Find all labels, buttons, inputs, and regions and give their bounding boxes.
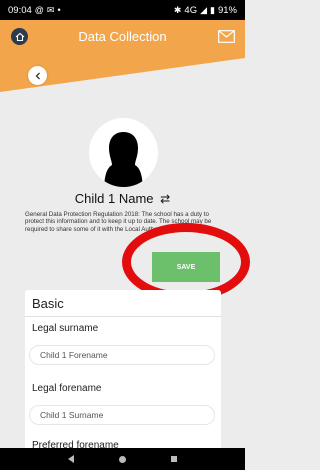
page-title: Data Collection	[78, 29, 167, 44]
battery-icon: ▮	[210, 4, 215, 15]
status-left: 09:04 @ ✉ •	[8, 5, 61, 16]
battery-percent: 91%	[217, 4, 237, 16]
child-name: Child 1 Name	[74, 191, 154, 206]
section-title: Basic	[32, 296, 64, 311]
app-header: Data Collection	[0, 20, 245, 54]
legal-forename-input[interactable]: Child 1 Surname	[29, 405, 215, 425]
basic-section-card: Basic Legal surname Child 1 Forename Leg…	[25, 290, 221, 470]
bluetooth-icon: ✱	[173, 4, 182, 15]
chevron-left-icon	[35, 72, 40, 79]
status-bar: 09:04 @ ✉ • ✱ 4G ◢ ▮ 91%	[0, 0, 245, 20]
mail-icon[interactable]	[218, 30, 235, 43]
section-divider	[25, 316, 221, 317]
person-silhouette-icon	[104, 132, 143, 187]
nav-back-icon[interactable]	[67, 455, 74, 463]
signal-icon: ◢	[200, 4, 208, 15]
network-type: 4G	[184, 4, 198, 16]
legal-surname-input[interactable]: Child 1 Forename	[29, 345, 215, 365]
child-name-row: Child 1 Name ⇄	[0, 191, 245, 206]
at-icon: @	[34, 5, 44, 15]
status-time: 09:04	[8, 4, 32, 16]
legal-surname-label: Legal surname	[32, 323, 99, 334]
nav-recents-icon[interactable]	[171, 456, 178, 462]
back-button[interactable]	[28, 66, 47, 85]
avatar[interactable]	[89, 118, 158, 187]
mail-icon: ✉	[46, 4, 55, 15]
swap-icon[interactable]: ⇄	[160, 192, 170, 206]
nav-home-icon[interactable]	[118, 455, 126, 463]
status-right: ✱ 4G ◢ ▮ 91%	[174, 5, 237, 16]
legal-forename-label: Legal forename	[32, 383, 102, 394]
system-nav-bar	[0, 448, 245, 470]
dot-icon: •	[57, 5, 61, 15]
